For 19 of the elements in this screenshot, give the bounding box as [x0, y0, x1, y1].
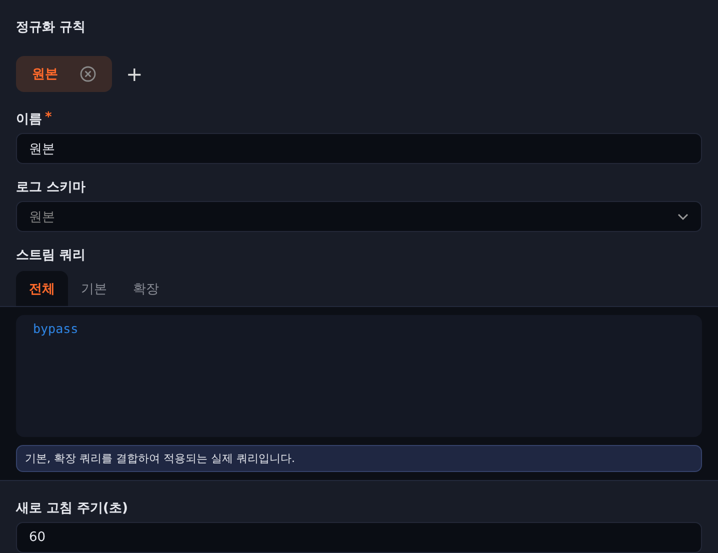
- rule-chip[interactable]: 원본: [16, 56, 112, 92]
- text-input[interactable]: 60: [16, 522, 702, 553]
- query-editor[interactable]: bypass: [16, 315, 702, 437]
- field-label: 로그 스키마: [16, 179, 86, 196]
- info-note: 기본, 확장 쿼리를 결합하여 적용되는 실제 쿼리입니다.: [16, 445, 702, 472]
- tab[interactable]: 확장: [120, 271, 172, 306]
- close-icon[interactable]: [80, 66, 96, 82]
- query-text: bypass: [33, 321, 80, 336]
- chevron-down-icon: [677, 212, 689, 220]
- field-label: 이름: [16, 111, 42, 128]
- tab[interactable]: 기본: [68, 271, 120, 306]
- add-button[interactable]: +: [122, 62, 147, 86]
- select-field[interactable]: 원본: [16, 201, 702, 232]
- required-mark: *: [45, 110, 52, 127]
- text-input[interactable]: 원본: [16, 133, 702, 164]
- field-label: 스트림 쿼리: [16, 247, 86, 264]
- field-label: 새로 고침 주기(초): [16, 500, 128, 517]
- section-title: 정규화 규칙: [16, 19, 87, 36]
- tab[interactable]: 전체: [16, 271, 68, 306]
